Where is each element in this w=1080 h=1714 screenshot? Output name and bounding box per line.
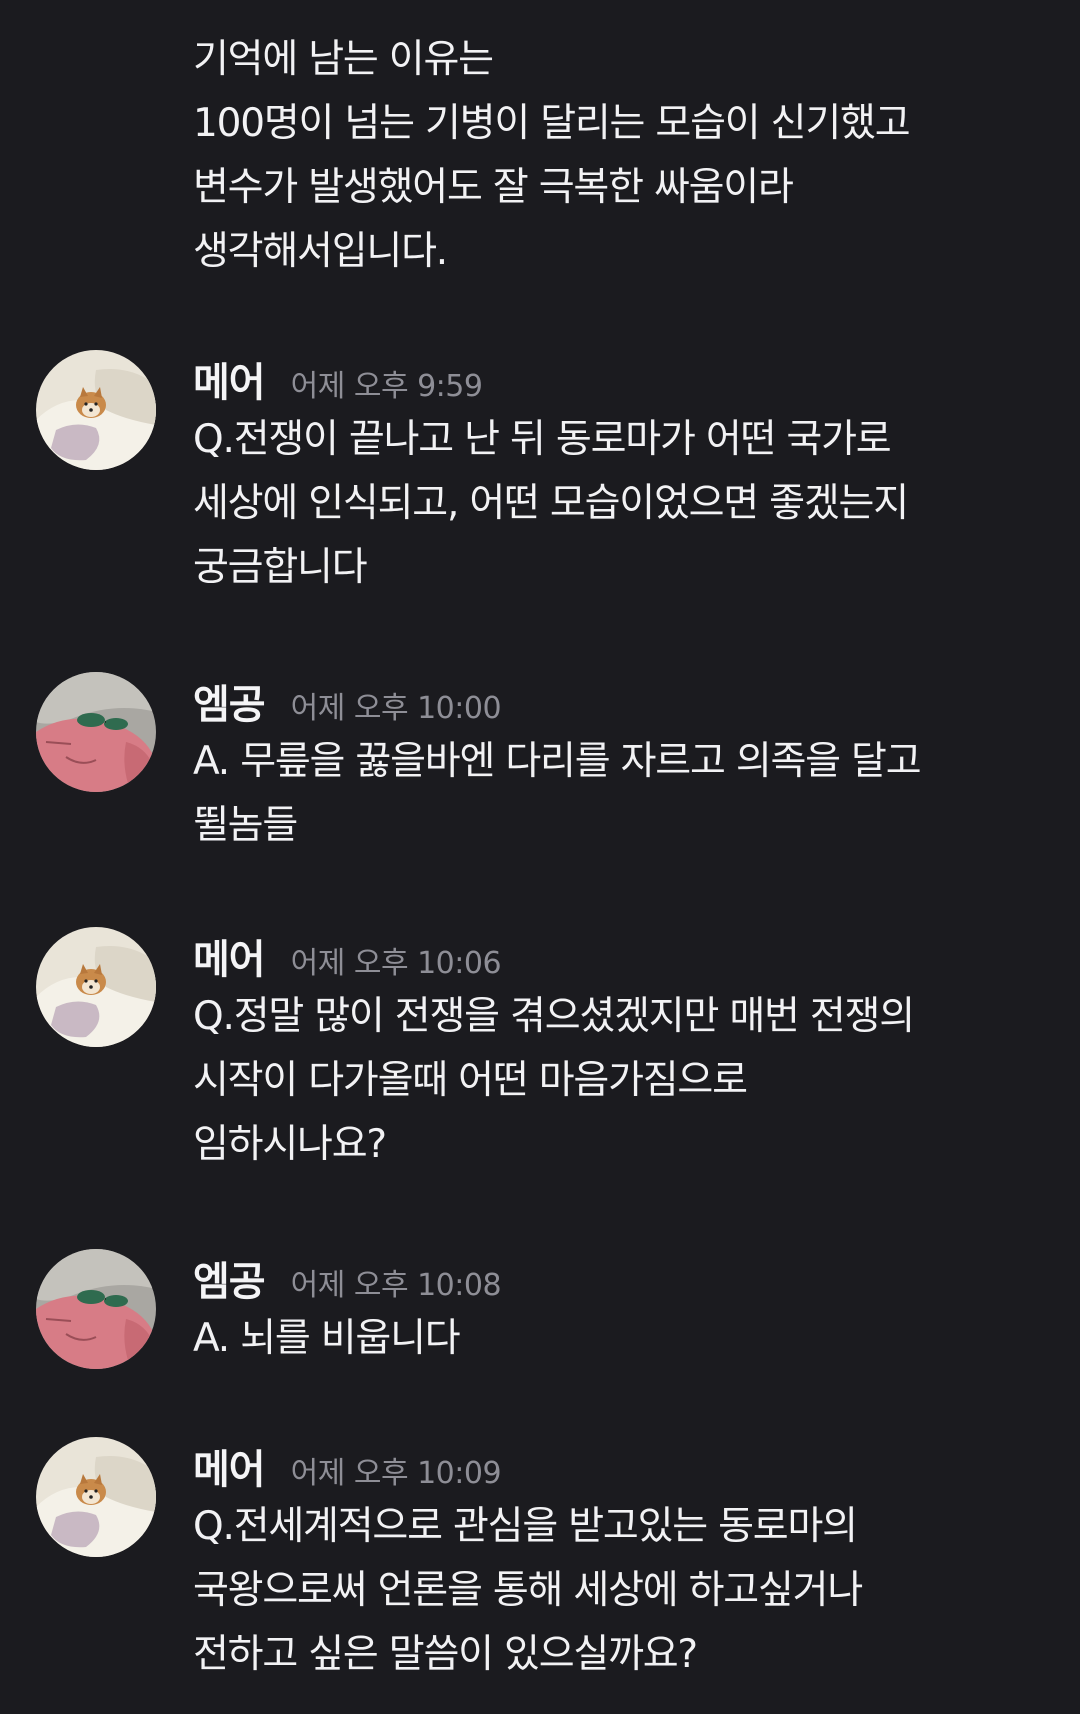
user-avatar[interactable]	[36, 927, 156, 1047]
user-avatar[interactable]	[36, 1249, 156, 1369]
chat-log: 기억에 남는 이유는 100명이 넘는 기병이 달리는 모습이 신기했고 변수가…	[0, 0, 1080, 1714]
dog-avatar-icon	[36, 1437, 156, 1557]
message-text-line: 세상에 인식되고, 어떤 모습이었으면 좋겠는지	[193, 481, 909, 526]
message-timestamp: 어제 오후 10:06	[290, 946, 502, 981]
author-name[interactable]: 엠공	[193, 1249, 266, 1307]
message-header: 엠공 어제 오후 10:08	[193, 1249, 502, 1307]
message-text-line: A. 뇌를 비웁니다	[193, 1316, 461, 1361]
user-avatar[interactable]	[36, 350, 156, 470]
message-timestamp: 어제 오후 10:09	[290, 1456, 502, 1491]
message-timestamp: 어제 오후 10:08	[290, 1268, 502, 1303]
message-body: Q.전세계적으로 관심을 받고있는 동로마의 국왕으로써 언론을 통해 세상에 …	[193, 1495, 1053, 1687]
message-text-line: Q.전쟁이 끝나고 난 뒤 동로마가 어떤 국가로	[193, 417, 892, 462]
message-body: Q.정말 많이 전쟁을 겪으셨겠지만 매번 전쟁의 시작이 다가올때 어떤 마음…	[193, 985, 1053, 1177]
pink-character-avatar-icon	[36, 672, 156, 792]
message-text-line: 뛸놈들	[193, 803, 298, 848]
message-header: 메어 어제 오후 10:09	[193, 1437, 502, 1495]
author-name[interactable]: 엠공	[193, 672, 266, 730]
user-avatar[interactable]	[36, 672, 156, 792]
message-text-line: A. 무릎을 꿇을바엔 다리를 자르고 의족을 달고	[193, 739, 922, 784]
message-body: A. 뇌를 비웁니다	[193, 1307, 1053, 1371]
message-timestamp: 어제 오후 10:00	[290, 691, 502, 726]
user-avatar[interactable]	[36, 1437, 156, 1557]
message-text-line: Q.전세계적으로 관심을 받고있는 동로마의	[193, 1504, 858, 1549]
pink-character-avatar-icon	[36, 1249, 156, 1369]
message-body: Q.전쟁이 끝나고 난 뒤 동로마가 어떤 국가로 세상에 인식되고, 어떤 모…	[193, 408, 1053, 600]
message-header: 엠공 어제 오후 10:00	[193, 672, 502, 730]
message-text-line: Q.정말 많이 전쟁을 겪으셨겠지만 매번 전쟁의	[193, 994, 915, 1039]
message-text-line: 변수가 발생했어도 잘 극복한 싸움이라	[193, 165, 794, 210]
message-text-line: 기억에 남는 이유는	[193, 37, 494, 82]
dog-avatar-icon	[36, 350, 156, 470]
message-text-line: 임하시나요?	[193, 1122, 387, 1167]
message-text-line: 생각해서입니다.	[193, 229, 448, 274]
message-text-line: 100명이 넘는 기병이 달리는 모습이 신기했고	[193, 101, 911, 146]
author-name[interactable]: 메어	[193, 927, 266, 985]
message-text-line: 궁금합니다	[193, 545, 368, 590]
message-continuation: 기억에 남는 이유는 100명이 넘는 기병이 달리는 모습이 신기했고 변수가…	[193, 28, 1053, 284]
message-header: 메어 어제 오후 10:06	[193, 927, 502, 985]
dog-avatar-icon	[36, 927, 156, 1047]
message-header: 메어 어제 오후 9:59	[193, 350, 483, 408]
author-name[interactable]: 메어	[193, 350, 266, 408]
message-text-line: 국왕으로써 언론을 통해 세상에 하고싶거나	[193, 1568, 863, 1613]
author-name[interactable]: 메어	[193, 1437, 266, 1495]
message-timestamp: 어제 오후 9:59	[290, 369, 483, 404]
message-text-line: 시작이 다가올때 어떤 마음가짐으로	[193, 1058, 748, 1103]
message-body: A. 무릎을 꿇을바엔 다리를 자르고 의족을 달고 뛸놈들	[193, 730, 1053, 858]
message-text-line: 전하고 싶은 말씀이 있으실까요?	[193, 1632, 698, 1677]
